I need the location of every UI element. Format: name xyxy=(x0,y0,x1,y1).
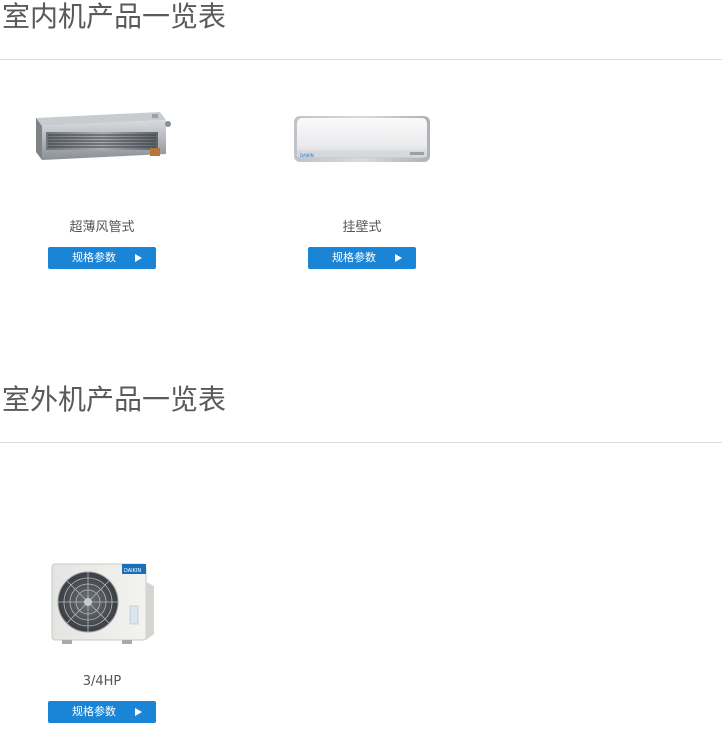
product-image-outdoor[interactable]: DAIKIN xyxy=(50,560,156,646)
product-name-wall-mounted: 挂壁式 xyxy=(342,220,382,235)
play-arrow-icon xyxy=(135,708,142,716)
product-image-wall-mounted[interactable]: DAIKIN xyxy=(292,113,432,165)
spec-button-label: 规格参数 xyxy=(332,251,376,264)
spec-button-label: 规格参数 xyxy=(72,705,116,718)
outdoor-divider xyxy=(0,442,722,443)
spec-button-outdoor[interactable]: 规格参数 xyxy=(48,701,156,723)
spec-button-wall-mounted[interactable]: 规格参数 xyxy=(308,247,416,269)
outdoor-section-title: 室外机产品一览表 xyxy=(2,383,227,416)
play-arrow-icon xyxy=(395,254,402,262)
svg-text:DAIKIN: DAIKIN xyxy=(300,153,314,158)
product-name-outdoor: 3/4HP xyxy=(82,674,122,689)
play-arrow-icon xyxy=(135,254,142,262)
wall-mounted-unit-image: DAIKIN xyxy=(294,116,430,162)
product-name-ducted: 超薄风管式 xyxy=(69,220,135,235)
product-image-ducted[interactable] xyxy=(32,108,172,170)
spec-button-ducted[interactable]: 规格参数 xyxy=(48,247,156,269)
svg-text:DAIKIN: DAIKIN xyxy=(124,568,141,574)
indoor-divider xyxy=(0,59,722,60)
outdoor-unit-image: DAIKIN xyxy=(51,563,154,644)
ducted-unit-image xyxy=(36,112,171,160)
indoor-section-title: 室内机产品一览表 xyxy=(2,0,227,33)
spec-button-label: 规格参数 xyxy=(72,251,116,264)
